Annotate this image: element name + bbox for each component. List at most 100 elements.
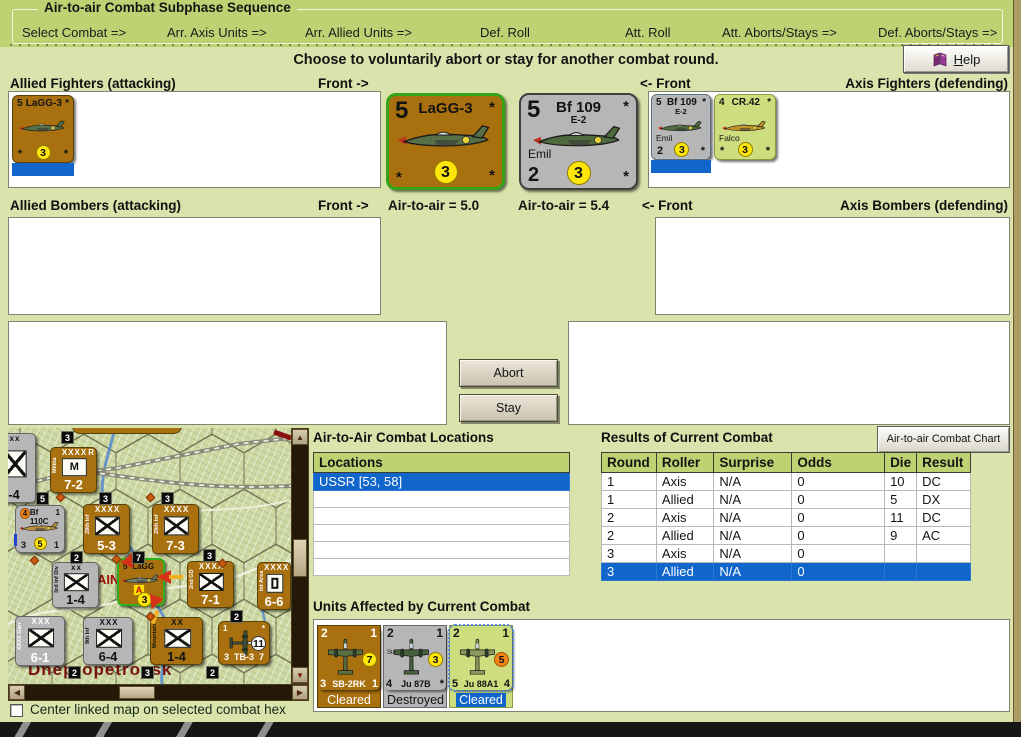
axis-bf109-counter[interactable]: 5 Bf 109 * E-2 Emil 2 3 * [651, 94, 711, 160]
rating-circle: 3 [674, 142, 690, 157]
result-row[interactable]: 1 Allied N/A 0 5 DX [601, 490, 971, 509]
hex-stack-badge: 3 [203, 549, 216, 562]
hex-stack-badge: 3 [161, 492, 174, 505]
unit-status-label: Cleared [456, 693, 506, 707]
rating-circle: 3 [433, 160, 458, 184]
allied-bombers-box[interactable] [8, 217, 381, 315]
dotted-separator [10, 44, 999, 46]
help-book-icon [932, 51, 948, 67]
result-row[interactable]: 1 Axis N/A 0 10 DC [601, 472, 971, 491]
allied-big-lagg3-counter[interactable]: 5 LaGG-3 * * 3 * [386, 93, 505, 190]
subphase-step: Def. Roll [480, 25, 530, 40]
front-left-label-1: <- Front [640, 76, 691, 91]
result-row[interactable]: 3 Axis N/A 0 [601, 544, 971, 563]
unit-symbol [8, 450, 27, 478]
combat-chart-button[interactable]: Air-to-air Combat Chart [877, 426, 1010, 453]
subphase-step: Select Combat => [22, 25, 127, 40]
axis-abort-stay-box[interactable] [568, 321, 1010, 425]
map-unit-counter[interactable]: XXXX R Militia M 7-2 [50, 447, 97, 493]
affected-unit[interactable]: 2 1 7 3 SB-2RK 1 Cleared [317, 625, 381, 708]
map-unit-counter[interactable]: XXX 9th Inf 6-4 [83, 617, 133, 665]
map-bf110-counter[interactable]: 4 Bf 110C 1 351 [14, 505, 65, 553]
scroll-down-icon[interactable]: ▼ [292, 667, 308, 683]
map-viewport[interactable]: Dnepropetrovsk AIN XXXX R Militia M 7-2 … [8, 428, 291, 684]
subphase-step: Arr. Allied Units => [305, 25, 412, 40]
hex-stack-badge: 2 [206, 666, 219, 679]
background-window-edge [1013, 0, 1021, 722]
map-unit-counter[interactable]: XX Mountain Div 1-4 [150, 617, 203, 665]
center-map-checkbox[interactable] [10, 704, 23, 717]
results-table[interactable]: Round Roller Surprise Odds Die Result 1 Axis N… [601, 452, 971, 581]
abort-button[interactable]: Abort [459, 359, 558, 387]
rating-circle: 3 [35, 145, 51, 160]
affected-units: 2 1 7 3SB-2RK1 Cleared 2 1 Stuka 3 4Ju 8… [317, 624, 514, 708]
axis-fighters-box[interactable]: 5 Bf 109 * E-2 Emil 2 3 * 4 CR.42 * Falco * 3 * [648, 91, 1010, 188]
hex-stack-badge: 3 [141, 666, 154, 679]
axis-big-bf109-counter[interactable]: 5 Bf 109 E-2 * Emil 2 3 * [519, 93, 638, 190]
allied-lagg3-counter[interactable]: 5 LaGG-3 * * 3 * [12, 95, 74, 163]
affected-unit-counter[interactable]: 2 1 7 3 SB-2RK 1 [318, 626, 380, 690]
map-unit-counter[interactable]: XXXX 2nd GD Garr 7-1 [187, 561, 234, 608]
allied-air-value: Air-to-air = 5.0 [388, 198, 480, 213]
affected-title: Units Affected by Current Combat [313, 599, 531, 614]
axis-cr42-counter[interactable]: 4 CR.42 * Falco * 3 * [714, 94, 776, 160]
affected-unit-counter[interactable]: 2 1 Stuka 3 4Ju 87B* [384, 626, 446, 690]
location-row[interactable] [313, 558, 570, 576]
axis-air-value: Air-to-air = 5.4 [518, 198, 610, 213]
combat-hex-counter[interactable]: 5 LaGG A 3 [117, 549, 183, 625]
hex-stack-badge: 5 [36, 492, 49, 505]
hex-stack-badge: 3 [99, 492, 112, 505]
horizontal-scroll-thumb[interactable] [119, 686, 155, 699]
map-unit-counter[interactable]: XXXX Int Area 6-6 [257, 562, 291, 610]
rating-circle: 5 [494, 652, 509, 667]
map-unit-counter[interactable]: xx -4 [8, 433, 36, 503]
locations-header: Locations [313, 452, 570, 473]
affected-unit[interactable]: 2 1 Stuka 3 4Ju 87B* Destroyed [383, 625, 447, 708]
map-counter-partial [72, 428, 182, 434]
allied-abort-stay-box[interactable] [8, 321, 447, 425]
subphase-step: Arr. Axis Units => [167, 25, 267, 40]
map-unit-counter[interactable]: XXXX 29th Inf 7-3 [152, 504, 199, 554]
scroll-up-icon[interactable]: ▲ [292, 429, 308, 445]
unit-symbol [265, 574, 284, 593]
locations-table[interactable]: Locations USSR [53, 58] [313, 452, 570, 576]
axis-bombers-box[interactable] [655, 217, 1010, 315]
location-row[interactable] [313, 507, 570, 525]
location-row[interactable] [313, 541, 570, 559]
hex-stack-badge: 2 [230, 610, 243, 623]
help-button[interactable]: Help [903, 45, 1009, 73]
affected-unit-counter[interactable]: 2 1 5 5 Ju 88A1 4 [448, 624, 514, 692]
location-row[interactable] [313, 524, 570, 542]
unit-symbol [28, 628, 54, 648]
selection-strip [12, 163, 74, 176]
unit-status-label: Cleared [327, 693, 371, 707]
front-left-label-2: <- Front [642, 198, 693, 213]
map-unit-counter[interactable]: XXX XXXX Garr 6-1 [15, 616, 65, 666]
result-row[interactable]: 2 Allied N/A 0 9 AC [601, 526, 971, 545]
scroll-right-icon[interactable]: ▶ [292, 685, 308, 700]
bomber-plane-icon [459, 638, 495, 678]
allied-bombers-label: Allied Bombers (attacking) [10, 198, 182, 213]
map-tb3-counter[interactable]: 1 * 11 3 TB-3 7 [218, 621, 270, 665]
result-row[interactable]: 3 Allied N/A 0 [601, 562, 971, 581]
unit-symbol: M [62, 458, 87, 477]
stay-button[interactable]: Stay [459, 394, 558, 422]
map-unit-counter[interactable]: XXXX 29th Inf 5-3 [83, 504, 130, 554]
vertical-scroll-thumb[interactable] [293, 539, 307, 577]
scroll-left-icon[interactable]: ◀ [9, 685, 25, 700]
affected-unit[interactable]: 2 1 5 5 Ju 88A1 4 Cleared [448, 624, 514, 708]
allied-fighters-box[interactable]: 5 LaGG-3 * * 3 * [8, 91, 381, 188]
map-unit-counter[interactable]: xx 3rd Inf Div 1-4 [52, 562, 99, 608]
lagg3-plane-icon [394, 120, 498, 160]
result-row[interactable]: 2 Axis N/A 0 11 DC [601, 508, 971, 527]
rating-circle: 3 [428, 652, 443, 667]
location-row[interactable] [313, 490, 570, 508]
mini-map[interactable]: Dnepropetrovsk AIN XXXX R Militia M 7-2 … [8, 428, 309, 701]
map-horizontal-scrollbar[interactable]: ◀ ▶ [8, 684, 309, 701]
front-right-label-2: Front -> [318, 198, 369, 213]
dialog-title: Air-to-air Combat Subphase Sequence [38, 0, 297, 15]
lagg3-plane-icon [17, 118, 69, 138]
map-vertical-scrollbar[interactable]: ▲ ▼ [291, 428, 309, 684]
air-combat-dialog: Air-to-air Combat Subphase Sequence Sele… [0, 0, 1021, 737]
location-row[interactable]: USSR [53, 58] [313, 472, 570, 491]
